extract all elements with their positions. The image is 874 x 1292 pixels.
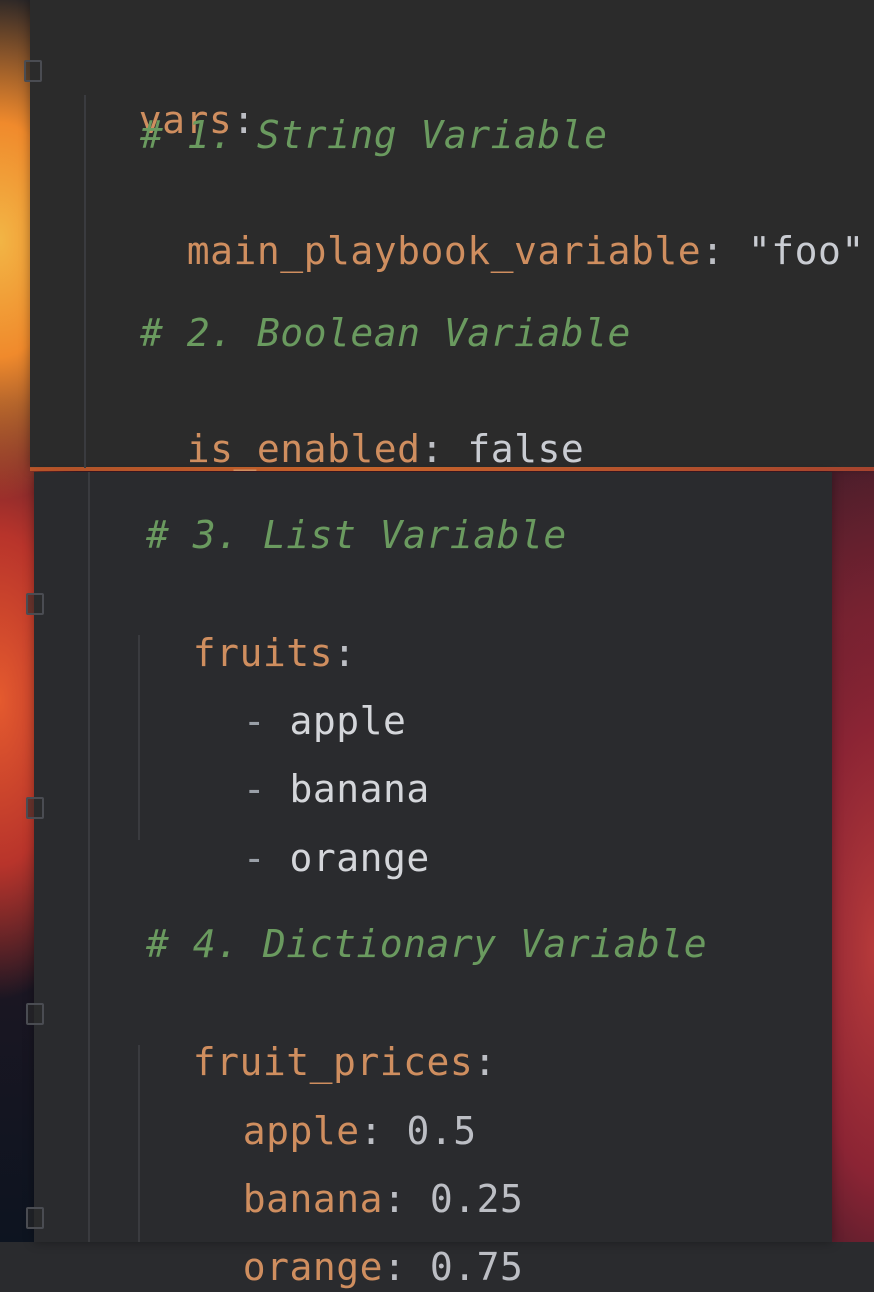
indent-guide — [88, 472, 90, 1242]
yaml-colon: : — [383, 1245, 407, 1289]
yaml-string-value: "foo" — [747, 229, 865, 273]
code-line-list-item[interactable]: - apple — [196, 646, 406, 743]
yaml-key: orange — [242, 1245, 384, 1289]
list-item-value: orange — [289, 836, 430, 880]
yaml-dash: - — [242, 836, 267, 880]
code-line-list-item[interactable]: - orange — [196, 783, 430, 880]
indent-guide — [138, 635, 140, 840]
fold-marker-icon[interactable] — [24, 60, 42, 82]
yaml-colon: : — [420, 427, 444, 471]
indent-guide — [138, 1045, 140, 1242]
indent-guide — [84, 95, 86, 468]
yaml-number-value: 0.75 — [429, 1245, 524, 1289]
code-line-dict-key[interactable]: fruit_prices: — [146, 987, 497, 1084]
code-line-boolean[interactable]: is_enabled: false — [140, 374, 584, 471]
fold-marker-icon[interactable] — [26, 1003, 44, 1025]
code-line-dict-item[interactable]: apple: 0.5 — [196, 1056, 477, 1153]
code-line-vars[interactable]: vars: — [92, 45, 256, 142]
code-line-list-key[interactable]: fruits: — [146, 578, 356, 675]
fold-marker-icon[interactable] — [26, 593, 44, 615]
code-line-list-item[interactable]: - banana — [196, 714, 430, 811]
yaml-colon: : — [701, 229, 725, 273]
code-comment[interactable]: # 3. List Variable — [146, 510, 567, 560]
code-comment[interactable]: # 2. Boolean Variable — [140, 308, 631, 358]
yaml-boolean-value: false — [467, 427, 585, 471]
code-comment[interactable]: # 4. Dictionary Variable — [146, 919, 707, 969]
fold-marker-icon[interactable] — [26, 1207, 44, 1229]
yaml-key: main_playbook_variable — [186, 229, 702, 273]
code-line-dict-item[interactable]: banana: 0.25 — [196, 1124, 523, 1221]
yaml-colon: : — [473, 1040, 497, 1084]
fold-marker-icon[interactable] — [26, 797, 44, 819]
code-line-string[interactable]: main_playbook_variable: "foo" — [140, 176, 865, 273]
yaml-key: is_enabled — [186, 427, 421, 471]
code-comment[interactable]: # 1. String Variable — [140, 110, 608, 160]
code-line-dict-item[interactable]: orange: 0.75 — [196, 1192, 523, 1289]
